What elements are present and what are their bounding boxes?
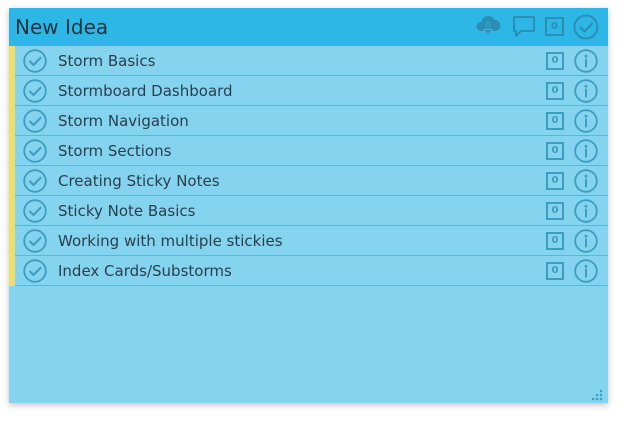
item-label[interactable]: Storm Navigation bbox=[58, 106, 189, 136]
info-icon[interactable] bbox=[574, 79, 598, 107]
item-count-badge: 0 bbox=[546, 52, 564, 70]
header-count-badge: 0 bbox=[545, 17, 564, 36]
check-circle-icon[interactable] bbox=[23, 139, 47, 167]
item-color-bar bbox=[9, 46, 15, 76]
info-icon[interactable] bbox=[574, 139, 598, 167]
check-circle-icon[interactable] bbox=[23, 259, 47, 287]
list-item[interactable]: Stormboard Dashboard 0 bbox=[9, 76, 608, 106]
check-circle-icon[interactable] bbox=[23, 199, 47, 227]
item-count-badge: 0 bbox=[546, 142, 564, 160]
list-item[interactable]: Storm Sections 0 bbox=[9, 136, 608, 166]
card-header: New Idea 0 bbox=[9, 8, 608, 46]
item-color-bar bbox=[9, 106, 15, 136]
item-color-bar bbox=[9, 166, 15, 196]
cloud-download-icon[interactable] bbox=[474, 13, 502, 43]
check-circle-icon[interactable] bbox=[23, 49, 47, 77]
item-count-badge: 0 bbox=[546, 262, 564, 280]
item-count-badge: 0 bbox=[546, 82, 564, 100]
check-circle-icon[interactable] bbox=[23, 79, 47, 107]
item-label[interactable]: Creating Sticky Notes bbox=[58, 166, 220, 196]
check-circle-icon[interactable] bbox=[573, 14, 599, 44]
item-color-bar bbox=[9, 256, 15, 286]
item-label[interactable]: Stormboard Dashboard bbox=[58, 76, 233, 106]
item-color-bar bbox=[9, 196, 15, 226]
list-item[interactable]: Index Cards/Substorms 0 bbox=[9, 256, 608, 286]
item-count-badge: 0 bbox=[546, 202, 564, 220]
item-count-badge: 0 bbox=[546, 112, 564, 130]
item-label[interactable]: Index Cards/Substorms bbox=[58, 256, 232, 286]
check-circle-icon[interactable] bbox=[23, 229, 47, 257]
comment-icon[interactable] bbox=[512, 15, 536, 43]
card-title[interactable]: New Idea bbox=[15, 8, 108, 46]
item-label[interactable]: Sticky Note Basics bbox=[58, 196, 195, 226]
info-icon[interactable] bbox=[574, 229, 598, 257]
info-icon[interactable] bbox=[574, 199, 598, 227]
info-icon[interactable] bbox=[574, 109, 598, 137]
list-item[interactable]: Sticky Note Basics 0 bbox=[9, 196, 608, 226]
item-list: Storm Basics 0 Stormboard Dashboard 0 Storm … bbox=[9, 46, 608, 286]
list-item[interactable]: Working with multiple stickies 0 bbox=[9, 226, 608, 256]
list-item[interactable]: Storm Navigation 0 bbox=[9, 106, 608, 136]
idea-card: New Idea 0 Storm Basics 0 Stormboard Dashb… bbox=[9, 8, 608, 403]
item-label[interactable]: Storm Basics bbox=[58, 46, 155, 76]
item-color-bar bbox=[9, 76, 15, 106]
item-color-bar bbox=[9, 226, 15, 256]
check-circle-icon[interactable] bbox=[23, 169, 47, 197]
item-count-badge: 0 bbox=[546, 172, 564, 190]
info-icon[interactable] bbox=[574, 259, 598, 287]
item-label[interactable]: Working with multiple stickies bbox=[58, 226, 283, 256]
info-icon[interactable] bbox=[574, 49, 598, 77]
resize-handle-icon[interactable] bbox=[591, 386, 603, 403]
check-circle-icon[interactable] bbox=[23, 109, 47, 137]
info-icon[interactable] bbox=[574, 169, 598, 197]
item-count-badge: 0 bbox=[546, 232, 564, 250]
list-item[interactable]: Creating Sticky Notes 0 bbox=[9, 166, 608, 196]
list-item[interactable]: Storm Basics 0 bbox=[9, 46, 608, 76]
item-label[interactable]: Storm Sections bbox=[58, 136, 171, 166]
item-color-bar bbox=[9, 136, 15, 166]
